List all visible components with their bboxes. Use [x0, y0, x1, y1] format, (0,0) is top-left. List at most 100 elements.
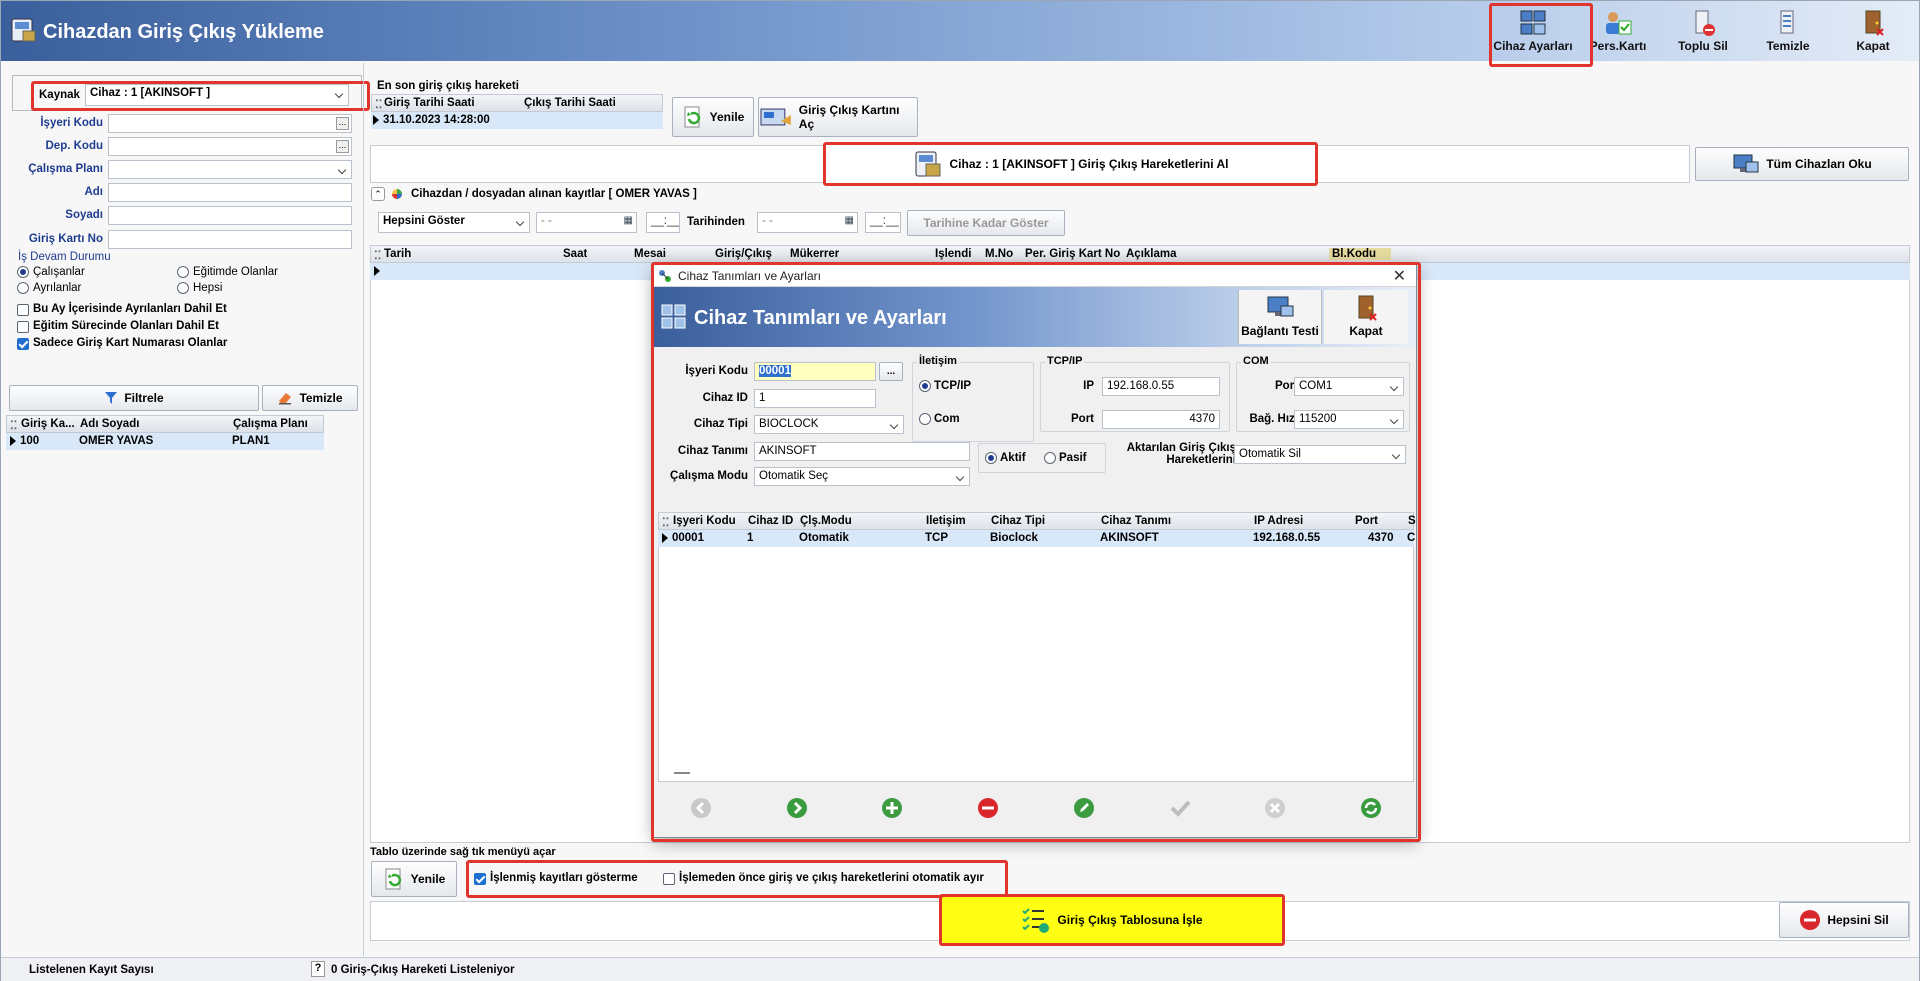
plan-select[interactable] — [108, 160, 352, 179]
only-card-checkbox[interactable] — [17, 338, 29, 350]
clear-filters-button[interactable]: Temizle — [262, 385, 358, 411]
dept-input[interactable]: ... — [108, 137, 352, 156]
refresh-bottom-button[interactable]: Yenile — [371, 861, 457, 897]
clear-toolbar-label: Temizle — [1766, 39, 1810, 53]
calendar-icon[interactable]: ▦ — [624, 215, 633, 226]
include-training-checkbox[interactable] — [17, 321, 29, 333]
device-settings-icon — [1520, 10, 1546, 35]
collapse-button[interactable]: ⌃ — [371, 187, 385, 201]
working-radio[interactable] — [17, 266, 29, 278]
passive-radio[interactable] — [1044, 452, 1056, 464]
col-processed[interactable]: İşlendi — [935, 248, 971, 260]
device-settings-button[interactable]: Cihaz Ayarları — [1491, 5, 1575, 59]
last-row[interactable]: 31.10.2023 14:28:00 — [371, 112, 663, 129]
col-shift[interactable]: Mesai — [634, 248, 666, 260]
help-button[interactable]: ? — [311, 961, 325, 977]
col-duplicate[interactable]: Mükerrer — [790, 248, 839, 260]
hide-processed-checkbox[interactable] — [474, 873, 486, 885]
training-radio[interactable] — [177, 266, 189, 278]
d-workplace-input[interactable]: 00001 — [754, 362, 876, 381]
col-time[interactable]: Saat — [563, 248, 587, 260]
dialog-close-x-icon[interactable]: ✕ — [1393, 266, 1406, 286]
d-workplace-lookup[interactable]: ... — [879, 362, 903, 381]
comm-group: İletişim — [912, 355, 1034, 442]
col-in-out[interactable]: Giriş/Çıkış — [715, 248, 772, 260]
col-plan[interactable]: Çalışma Planı — [233, 418, 308, 430]
open-card-button[interactable]: Giriş Çıkış Kartını Aç — [758, 97, 918, 137]
d-mode-select[interactable]: Otomatik Seç — [754, 467, 970, 486]
include-month-checkbox[interactable] — [17, 304, 29, 316]
calendar-icon[interactable]: ▦ — [845, 215, 854, 226]
connection-test-button[interactable]: Bağlantı Testi — [1238, 290, 1322, 344]
d-col-mode[interactable]: Çlş.Modu — [800, 515, 852, 527]
get-movements-button[interactable]: Cihaz : 1 [AKINSOFT ] Giriş Çıkış Hareke… — [825, 144, 1315, 184]
col-date[interactable]: Tarih — [384, 248, 411, 260]
auto-split-label: İşlemeden önce giriş ve çıkış hareketler… — [679, 872, 984, 884]
confirm-icon[interactable] — [1168, 796, 1192, 820]
d-device-id-input[interactable]: 1 — [754, 389, 876, 408]
dept-lookup-button[interactable]: ... — [336, 140, 349, 153]
close-toolbar-button[interactable]: Kapat — [1831, 5, 1915, 59]
col-name[interactable]: Adı Soyadı — [80, 418, 139, 430]
d-col-port[interactable]: Port — [1355, 515, 1378, 527]
col-in-datetime[interactable]: Giriş Tarihi Saati — [384, 97, 475, 109]
devices-row[interactable]: 00001 1 Otomatik TCP Bioclock AKINSOFT 1… — [658, 530, 1415, 547]
cancel-icon[interactable] — [1263, 796, 1287, 820]
left-radio[interactable] — [17, 282, 29, 294]
d-col-def[interactable]: Cihaz Tanımı — [1101, 515, 1171, 527]
d-col-s[interactable]: S — [1408, 515, 1416, 527]
delete-icon[interactable] — [976, 796, 1000, 820]
ip-input[interactable]: 192.168.0.55 — [1102, 377, 1220, 396]
d-device-def-input[interactable]: AKINSOFT — [754, 442, 970, 461]
clear-toolbar-button[interactable]: Temizle — [1746, 5, 1830, 59]
tcp-radio[interactable] — [919, 380, 931, 392]
col-bl-code[interactable]: Bl.Kodu — [1329, 248, 1391, 260]
reload-icon[interactable] — [1359, 796, 1383, 820]
from-date-input[interactable]: - - ▦ — [536, 212, 637, 233]
d-col-workplace[interactable]: İşyeri Kodu — [673, 515, 736, 527]
edit-icon[interactable] — [1072, 796, 1096, 820]
d-device-type-select[interactable]: BIOCLOCK — [754, 415, 904, 434]
name-input[interactable] — [108, 183, 352, 202]
active-radio[interactable] — [985, 452, 997, 464]
bulk-delete-button[interactable]: Toplu Sil — [1661, 5, 1745, 59]
auto-split-checkbox[interactable] — [663, 873, 675, 885]
col-description[interactable]: Açıklama — [1126, 248, 1177, 260]
nav-prev-icon[interactable] — [689, 796, 713, 820]
all-radio[interactable] — [177, 282, 189, 294]
to-date-input[interactable]: - - ▦ — [757, 212, 858, 233]
people-row[interactable]: 100 OMER YAVAS PLAN1 — [6, 433, 324, 450]
d-col-device-id[interactable]: Cihaz ID — [748, 515, 793, 527]
col-m-no[interactable]: M.No — [985, 248, 1013, 260]
process-button[interactable]: Giriş Çıkış Tablosuna İşle — [942, 897, 1282, 943]
port-input[interactable]: 4370 — [1102, 410, 1220, 429]
filter-button[interactable]: Filtrele — [9, 385, 259, 411]
col-card-no[interactable]: Per. Giriş Kart No — [1025, 248, 1120, 260]
to-time-input[interactable]: __:__ — [865, 212, 901, 233]
from-time-input[interactable]: __:__ — [646, 212, 680, 233]
d-col-type[interactable]: Cihaz Tipi — [991, 515, 1045, 527]
workplace-input[interactable]: ... — [108, 114, 352, 133]
refresh-last-button[interactable]: Yenile — [672, 97, 754, 137]
surname-input[interactable] — [108, 206, 352, 225]
col-card[interactable]: Giriş Ka... — [21, 418, 81, 430]
show-until-button[interactable]: Tarihine Kadar Göster — [907, 210, 1065, 236]
col-out-datetime[interactable]: Çıkış Tarihi Saati — [524, 97, 616, 109]
com-port-select[interactable]: COM1 — [1294, 377, 1404, 396]
com-radio[interactable] — [919, 413, 931, 425]
transfer-select[interactable]: Otomatik Sil — [1234, 445, 1406, 464]
read-all-devices-button[interactable]: Tüm Cihazları Oku — [1695, 147, 1909, 181]
workplace-lookup-button[interactable]: ... — [336, 117, 349, 130]
baud-select[interactable]: 115200 — [1294, 410, 1404, 429]
d-col-comm[interactable]: İletişim — [926, 515, 966, 527]
d-device-def-label: Cihaz Tanımı — [677, 445, 748, 457]
nav-next-icon[interactable] — [785, 796, 809, 820]
d-col-ip[interactable]: IP Adresi — [1254, 515, 1303, 527]
show-filter-select[interactable]: Hepsini Göster — [378, 212, 530, 233]
dialog-close-button[interactable]: Kapat — [1324, 290, 1408, 344]
pers-card-button[interactable]: Pers.Kartı — [1576, 5, 1660, 59]
card-no-input[interactable] — [108, 230, 352, 249]
delete-all-button[interactable]: Hepsini Sil — [1779, 902, 1909, 938]
source-select[interactable]: Cihaz : 1 [AKINSOFT ] — [85, 84, 349, 106]
add-icon[interactable] — [880, 796, 904, 820]
